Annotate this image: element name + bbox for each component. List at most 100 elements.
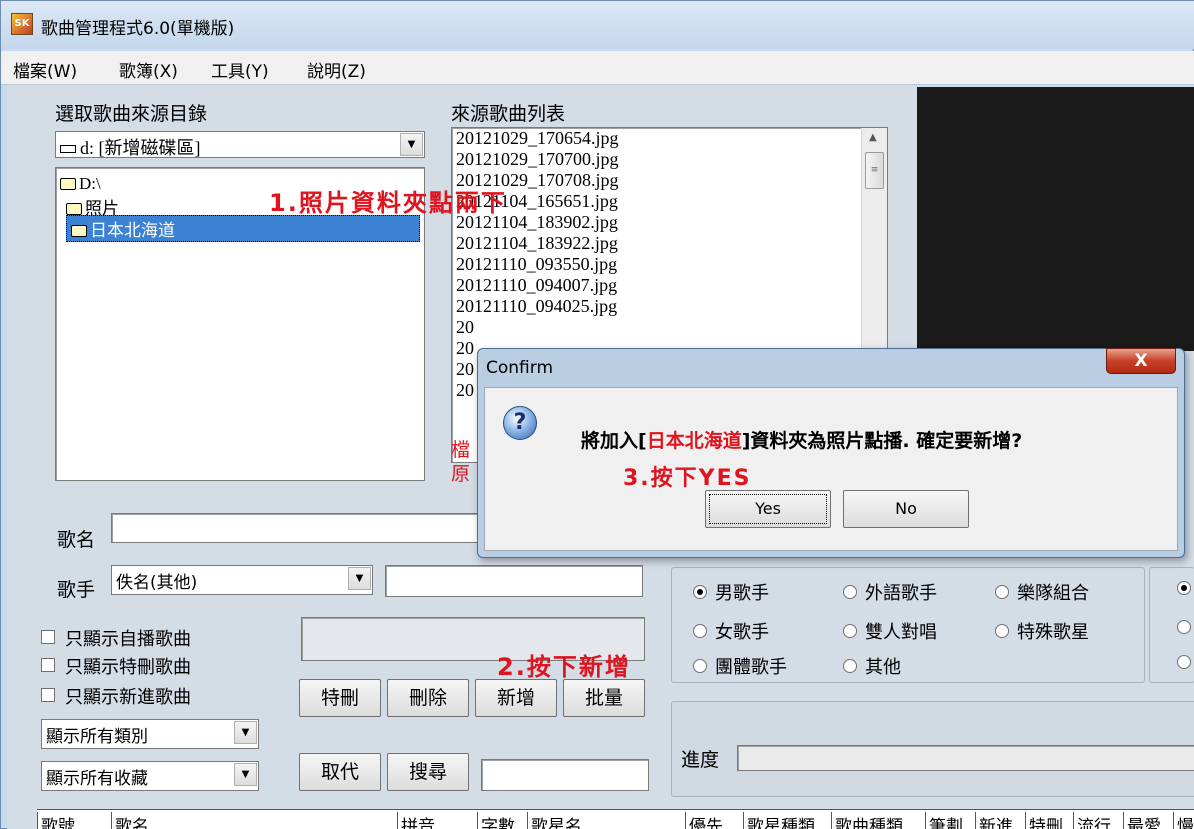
singer-select[interactable]: 佚名(其他) ▼ <box>111 565 373 595</box>
radio-right-3[interactable] <box>1177 653 1194 674</box>
list-item[interactable]: 20121110_094007.jpg <box>456 275 617 296</box>
checkbox-icon <box>41 630 55 644</box>
search-input[interactable] <box>481 759 649 791</box>
radio-duet[interactable]: 雙人對唱 <box>843 618 937 644</box>
list-item[interactable]: 20 <box>456 338 474 359</box>
annotation-step1: 1.照片資料夾點兩下 <box>269 189 507 217</box>
progress-label: 進度 <box>681 749 720 771</box>
list-item[interactable]: 20121029_170654.jpg <box>456 128 619 149</box>
search-button[interactable]: 搜尋 <box>387 753 469 791</box>
radio-icon <box>843 659 857 673</box>
add-button[interactable]: 新增 <box>475 679 557 717</box>
radio-right-2[interactable] <box>1177 618 1194 639</box>
list-item[interactable]: 20 <box>456 359 474 380</box>
col-special[interactable]: 特刪 <box>1025 812 1063 829</box>
radio-icon <box>843 624 857 638</box>
list-item[interactable]: 20121029_170700.jpg <box>456 149 619 170</box>
batch-button[interactable]: 批量 <box>563 679 645 717</box>
yes-button[interactable]: Yes <box>705 490 831 528</box>
radio-icon <box>995 585 1009 599</box>
singer-label: 歌手 <box>57 579 96 601</box>
song-name-input[interactable] <box>111 513 491 543</box>
source-dir-label: 選取歌曲來源目錄 <box>55 103 208 125</box>
folder-open-icon <box>71 225 87 237</box>
tree-item-drive[interactable]: D:\ <box>60 174 101 194</box>
col-new[interactable]: 新進 <box>975 812 1013 829</box>
menu-songbook[interactable]: 歌簿(X) <box>119 57 178 82</box>
col-char-count[interactable]: 字數 <box>477 812 515 829</box>
checkbox-icon <box>41 658 55 672</box>
annotation-step2: 2.按下新增 <box>497 653 631 681</box>
app-icon: SK <box>11 13 33 35</box>
radio-group[interactable]: 團體歌手 <box>693 653 787 679</box>
list-item[interactable]: 20 <box>456 317 474 338</box>
col-popular[interactable]: 流行 <box>1073 812 1111 829</box>
title-bar: SK 歌曲管理程式6.0(單機版) <box>1 1 1194 49</box>
radio-special[interactable]: 特殊歌星 <box>995 618 1089 644</box>
singer-input[interactable] <box>385 565 643 597</box>
chevron-down-icon[interactable]: ▼ <box>348 567 371 590</box>
menu-bar: 檔案(W) 歌簿(X) 工具(Y) 說明(Z) <box>1 51 1194 85</box>
collection-filter[interactable]: 顯示所有收藏 ▼ <box>41 761 259 791</box>
scroll-thumb[interactable]: ≡ <box>865 152 884 189</box>
chevron-down-icon[interactable]: ▼ <box>234 763 257 786</box>
radio-right-1[interactable] <box>1177 579 1194 600</box>
dialog-body: ? 將加入[日本北海道]資料夾為照片點播. 確定要新增? 3.按下YES Yes… <box>484 387 1178 551</box>
col-singer-name[interactable]: 歌星名 <box>527 812 582 829</box>
col-pinyin[interactable]: 拼音 <box>397 812 435 829</box>
chevron-down-icon[interactable]: ▼ <box>400 133 423 156</box>
drive-value: d: [新增磁碟區] <box>60 134 201 160</box>
radio-icon <box>693 624 707 638</box>
radio-band[interactable]: 樂隊組合 <box>995 579 1089 605</box>
menu-tools[interactable]: 工具(Y) <box>211 57 269 82</box>
delete-button[interactable]: 刪除 <box>387 679 469 717</box>
col-singer-type[interactable]: 歌星種類 <box>743 812 815 829</box>
menu-file[interactable]: 檔案(W) <box>13 57 77 82</box>
menu-help[interactable]: 說明(Z) <box>307 57 366 82</box>
progress-bar <box>737 745 1194 771</box>
col-slow[interactable]: 慢 <box>1173 812 1194 829</box>
radio-icon <box>995 624 1009 638</box>
collection-value: 顯示所有收藏 <box>46 769 148 789</box>
song-name-label: 歌名 <box>57 529 96 551</box>
no-button[interactable]: No <box>843 490 969 528</box>
check-self-play[interactable]: 只顯示自播歌曲 <box>41 625 191 651</box>
list-item[interactable]: 20 <box>456 380 474 401</box>
radio-icon <box>693 659 707 673</box>
chevron-down-icon[interactable]: ▼ <box>234 721 257 744</box>
folder-open-icon <box>60 178 76 190</box>
radio-foreign[interactable]: 外語歌手 <box>843 579 937 605</box>
dialog-title: Confirm <box>486 358 554 378</box>
drive-select[interactable]: d: [新增磁碟區] ▼ <box>55 131 425 158</box>
radio-male[interactable]: 男歌手 <box>693 579 769 605</box>
preview-panel <box>917 87 1194 351</box>
radio-female[interactable]: 女歌手 <box>693 618 769 644</box>
list-item[interactable]: 20121110_094025.jpg <box>456 296 617 317</box>
annotation-step3: 3.按下YES <box>623 466 752 491</box>
category-filter[interactable]: 顯示所有類別 ▼ <box>41 719 259 749</box>
col-song-type[interactable]: 歌曲種類 <box>831 812 903 829</box>
scroll-up-icon[interactable]: ▲ <box>869 132 877 143</box>
song-table-header: 歌號 歌名 拼音 字數 歌星名 優先 歌星種類 歌曲種類 筆劃 新進 特刪 流行… <box>37 809 1194 829</box>
partial-label-1: 檔 <box>451 439 471 461</box>
radio-other[interactable]: 其他 <box>843 653 901 679</box>
col-strokes[interactable]: 筆劃 <box>925 812 963 829</box>
tree-item-hokkaido[interactable]: 日本北海道 <box>66 215 420 242</box>
partial-label-2: 原 <box>451 463 471 485</box>
replace-button[interactable]: 取代 <box>299 753 381 791</box>
list-item[interactable]: 20121104_183922.jpg <box>456 233 618 254</box>
main-window: SK 歌曲管理程式6.0(單機版) 檔案(W) 歌簿(X) 工具(Y) 說明(Z… <box>0 0 1194 829</box>
check-new-songs[interactable]: 只顯示新進歌曲 <box>41 683 191 709</box>
col-favorite[interactable]: 最愛 <box>1123 812 1161 829</box>
checkbox-icon <box>41 688 55 702</box>
check-special-delete[interactable]: 只顯示特刪歌曲 <box>41 653 191 679</box>
list-item[interactable]: 20121110_093550.jpg <box>456 254 617 275</box>
close-icon[interactable]: X <box>1106 348 1176 374</box>
col-song-name[interactable]: 歌名 <box>111 812 149 829</box>
song-list-label: 來源歌曲列表 <box>451 103 566 125</box>
folder-open-icon <box>66 203 82 215</box>
col-priority[interactable]: 優先 <box>685 812 723 829</box>
col-song-no[interactable]: 歌號 <box>37 812 75 829</box>
special-delete-button[interactable]: 特刪 <box>299 679 381 717</box>
singer-value: 佚名(其他) <box>116 573 198 593</box>
